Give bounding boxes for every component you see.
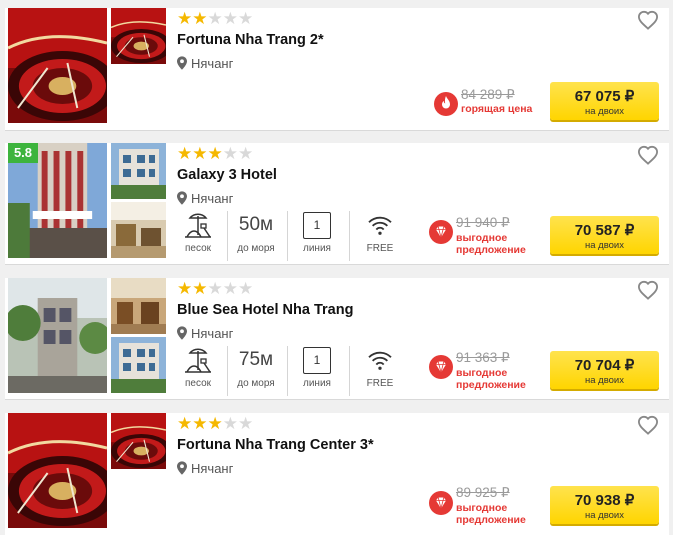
beach-amenity: песок [173,211,223,261]
beach-icon [182,345,214,375]
hotel-thumb-photo[interactable] [111,143,166,199]
star-rating: ★★★★★ [177,414,254,433]
hotel-card[interactable]: ★★★★★ Blue Sea Hotel Nha Trang Нячанг пе… [5,278,669,400]
deal-label: выгодное предложение [456,502,526,526]
location-pin-icon [177,461,187,475]
old-price: 84 289 ₽ [461,87,515,102]
hotel-location: Нячанг [177,56,233,71]
old-price: 91 363 ₽ [456,350,510,365]
line-amenity: 1 линия [287,211,346,261]
price-button[interactable]: 70 587 ₽ на двоих [550,216,659,254]
hotel-list: ★★★★★ Fortuna Nha Trang 2* Нячанг 84 289… [0,0,673,535]
beach-amenity: песок [173,346,223,396]
fire-icon [434,92,458,116]
heart-icon[interactable] [637,280,659,300]
star-rating: ★★★★★ [177,144,254,163]
rating-badge: 5.8 [8,143,38,163]
location-pin-icon [177,191,187,205]
hotel-main-photo[interactable] [8,278,107,393]
wifi-icon [366,349,394,371]
hotel-thumb-photo[interactable] [111,413,166,469]
heart-icon[interactable] [637,415,659,435]
distance-amenity: 50м до моря [227,211,284,261]
wifi-amenity: FREE [349,211,410,261]
hotel-card[interactable]: ★★★★★ Fortuna Nha Trang 2* Нячанг 84 289… [5,8,669,131]
hotel-thumb-photo[interactable] [111,337,166,393]
hotel-thumb-photo[interactable] [111,202,166,258]
line-amenity: 1 линия [287,346,346,396]
deal-label: горящая цена [461,103,533,115]
hotel-thumb-photo[interactable] [111,278,166,334]
heart-icon[interactable] [637,145,659,165]
hotel-main-photo[interactable] [8,8,107,123]
hotel-name[interactable]: Fortuna Nha Trang 2* [177,32,324,48]
diamond-icon [429,220,453,244]
old-price: 89 925 ₽ [456,485,510,500]
hotel-name[interactable]: Blue Sea Hotel Nha Trang [177,302,353,318]
wifi-amenity: FREE [349,346,410,396]
price-button[interactable]: 70 938 ₽ на двоих [550,486,659,524]
hotel-location: Нячанг [177,326,233,341]
star-rating: ★★★★★ [177,9,254,28]
location-pin-icon [177,326,187,340]
hotel-main-photo[interactable] [8,413,107,528]
distance-amenity: 75м до моря [227,346,284,396]
old-price: 91 940 ₽ [456,215,510,230]
star-rating: ★★★★★ [177,279,254,298]
hotel-location: Нячанг [177,461,233,476]
wifi-icon [366,214,394,236]
deal-label: выгодное предложение [456,232,526,256]
hotel-location: Нячанг [177,191,233,206]
hotel-card[interactable]: 5.8 ★★★★★ Galaxy 3 Hotel Нячанг песок 50… [5,143,669,265]
heart-icon[interactable] [637,10,659,30]
hotel-name[interactable]: Galaxy 3 Hotel [177,167,277,183]
hotel-name[interactable]: Fortuna Nha Trang Center 3* [177,437,374,453]
diamond-icon [429,355,453,379]
price-button[interactable]: 67 075 ₽ на двоих [550,82,659,120]
price-button[interactable]: 70 704 ₽ на двоих [550,351,659,389]
hotel-thumb-photo[interactable] [111,8,166,64]
deal-label: выгодное предложение [456,367,526,391]
beach-icon [182,210,214,240]
hotel-card[interactable]: ★★★★★ Fortuna Nha Trang Center 3* Нячанг… [5,413,669,535]
diamond-icon [429,491,453,515]
location-pin-icon [177,56,187,70]
